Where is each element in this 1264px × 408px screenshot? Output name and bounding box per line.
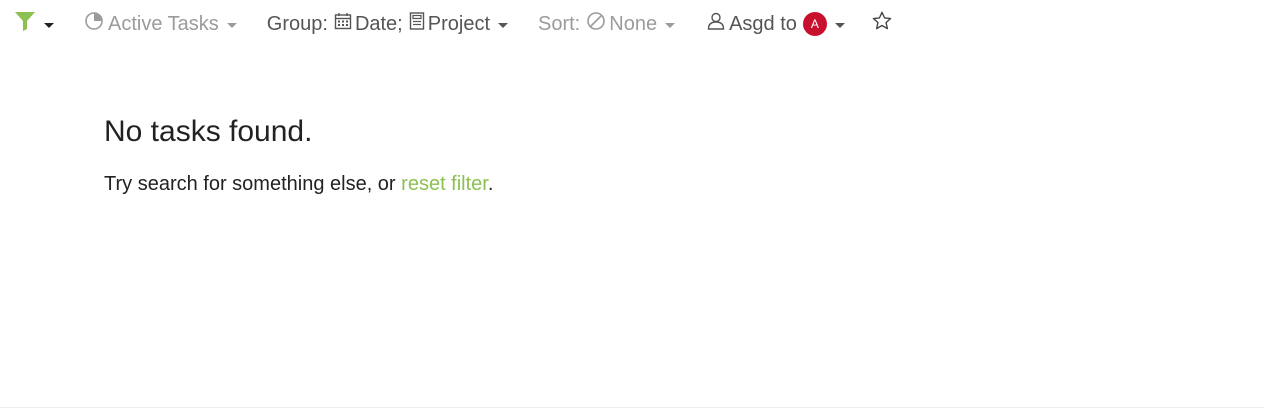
project-doc-icon [409, 12, 425, 36]
filter-funnel-icon [14, 10, 36, 38]
assigned-to-dropdown[interactable]: Asgd to A [707, 8, 845, 40]
empty-state-period: . [487, 173, 494, 195]
empty-state-message: Try search for something else, or reset … [104, 172, 493, 196]
chevron-down-icon [44, 22, 54, 28]
preset-filter-dropdown[interactable]: Active Tasks [84, 8, 237, 40]
filter-toolbar: Active Tasks Group: Date; Project Sort: … [14, 8, 893, 40]
task-list-page: Active Tasks Group: Date; Project Sort: … [0, 0, 1264, 408]
chevron-down-icon [498, 22, 508, 28]
star-outline-icon [871, 10, 893, 38]
assigned-to-label: Asgd to [729, 12, 797, 35]
chevron-down-icon [226, 22, 237, 28]
favorite-button[interactable] [871, 8, 893, 40]
group-by-prefix: Group: [266, 12, 328, 35]
ban-circle-icon [586, 11, 606, 37]
avatar: A [802, 12, 827, 36]
group-by-dropdown[interactable]: Group: Date; Project [267, 8, 508, 40]
sort-prefix: Sort: [538, 12, 581, 35]
group-by-date-label: Date; [354, 12, 403, 35]
filter-menu-button[interactable] [14, 8, 54, 40]
pie-chart-icon [84, 11, 104, 37]
sort-value-label: None [609, 12, 658, 35]
chevron-down-icon [834, 22, 845, 28]
group-by-project-label: Project [427, 12, 490, 35]
chevron-down-icon [665, 22, 676, 28]
sort-dropdown[interactable]: Sort: None [538, 8, 676, 40]
preset-filter-label: Active Tasks [108, 12, 219, 35]
reset-filter-link[interactable]: reset filter [401, 173, 488, 195]
empty-state: No tasks found. Try search for something… [104, 114, 493, 196]
empty-state-title: No tasks found. [104, 115, 313, 148]
user-icon [707, 12, 725, 36]
calendar-icon [334, 12, 352, 36]
empty-state-text: Try search for something else, or [104, 173, 402, 195]
